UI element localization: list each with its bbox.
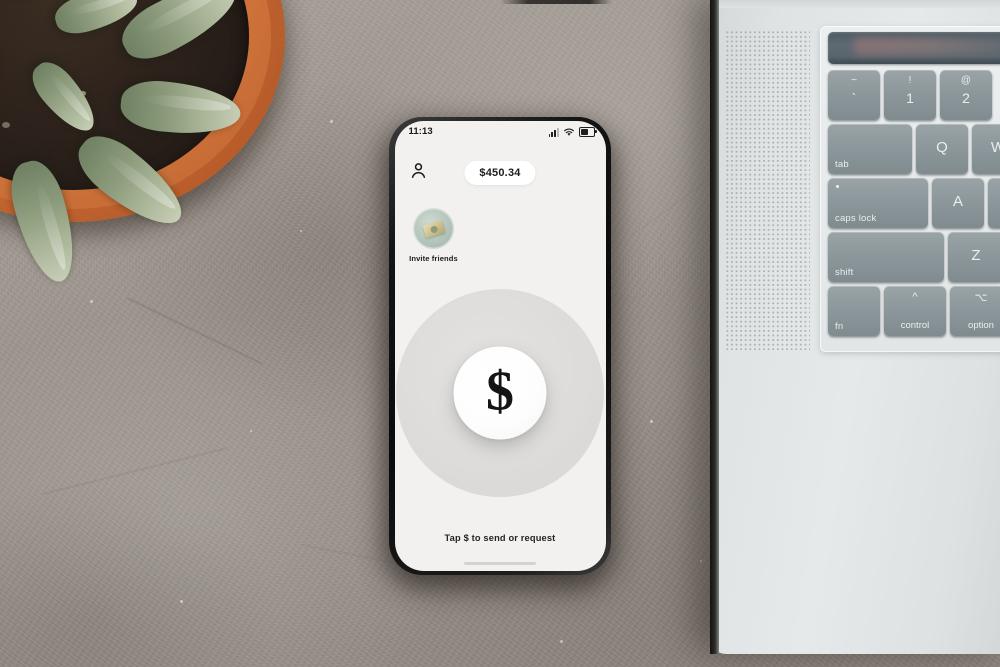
key-q[interactable]: Q <box>916 124 968 174</box>
invite-friends-label: Invite friends <box>409 254 458 263</box>
key-legend-top: ~ <box>851 75 857 86</box>
key-legend: Q <box>936 139 948 156</box>
key-legend-bottom: 1 <box>906 90 914 106</box>
key-legend: control <box>900 320 930 331</box>
key-a[interactable]: A <box>932 178 984 228</box>
key-z[interactable]: Z <box>948 232 1000 282</box>
person-icon[interactable] <box>409 161 428 180</box>
key-modifier-symbol: ^ <box>912 291 918 303</box>
soil-pebble <box>1 122 10 129</box>
caps-lock-indicator-icon <box>836 185 839 188</box>
balance-pill[interactable]: $450.34 <box>464 161 536 185</box>
status-bar-time: 11:13 <box>408 126 433 137</box>
action-hint: Tap $ to send or request <box>444 533 556 543</box>
dollar-sign-icon: $ <box>486 360 514 422</box>
potted-succulent <box>0 0 290 289</box>
key-legend: Z <box>971 247 981 264</box>
key-legend: A <box>952 193 963 210</box>
key-fn[interactable]: fn <box>828 286 880 336</box>
status-bar-icons <box>548 127 597 137</box>
laptop-top-edge <box>719 0 1000 8</box>
key-caps-lock[interactable]: caps lock <box>828 178 928 228</box>
invite-friends-illustration <box>422 219 445 238</box>
key-two[interactable]: @2 <box>940 70 992 120</box>
key-legend-top: @ <box>960 75 972 86</box>
key-shift[interactable]: shift <box>828 232 944 282</box>
desk-speck <box>560 640 563 643</box>
speaker-grille <box>725 30 810 350</box>
key-legend: shift <box>835 267 854 278</box>
desk-object-edge <box>500 0 612 4</box>
key-legend: W <box>990 139 1000 156</box>
touch-bar[interactable] <box>828 32 1000 64</box>
desk-scene: ~`!1@2tabQWcaps lockASshiftZfn^control⌥o… <box>0 0 1000 667</box>
battery-icon <box>578 127 597 137</box>
key-control[interactable]: ^ control <box>884 286 946 336</box>
desk-speck <box>330 120 333 123</box>
dollar-button[interactable]: $ <box>453 346 547 440</box>
key-s[interactable]: S <box>988 178 1000 228</box>
wifi-icon <box>563 128 574 136</box>
home-indicator[interactable] <box>464 562 536 565</box>
phone-screen[interactable]: 11:13 $450.34 Invite friends $ Tap $ to … <box>394 121 606 571</box>
desk-speck <box>650 420 653 423</box>
key-legend: caps lock <box>835 213 877 224</box>
key-w[interactable]: W <box>972 124 1000 174</box>
key-modifier-symbol: ⌥ <box>974 292 988 304</box>
desk-speck <box>90 300 93 303</box>
status-bar: 11:13 <box>395 121 606 143</box>
key-one[interactable]: ! 1 <box>884 70 936 120</box>
key-tilde[interactable]: ~ ` <box>828 70 880 120</box>
key-legend: fn <box>835 321 844 332</box>
touch-bar-content <box>854 37 1000 55</box>
key-legend: tab <box>835 159 849 170</box>
invite-friends-avatar <box>413 208 454 249</box>
key-tab[interactable]: tab <box>828 124 912 174</box>
key-legend-bottom: 2 <box>962 90 970 106</box>
key-option[interactable]: ⌥ option <box>950 286 1000 336</box>
cellular-signal-icon <box>548 128 559 137</box>
key-legend-bottom: ` <box>851 90 857 106</box>
key-legend: S <box>988 193 1000 210</box>
invite-friends-item[interactable]: Invite friends <box>407 208 461 263</box>
key-legend: option <box>968 320 994 331</box>
laptop-left-edge <box>710 0 719 654</box>
key-legend-top: ! <box>908 75 912 86</box>
send-request-ring: $ <box>396 289 604 497</box>
